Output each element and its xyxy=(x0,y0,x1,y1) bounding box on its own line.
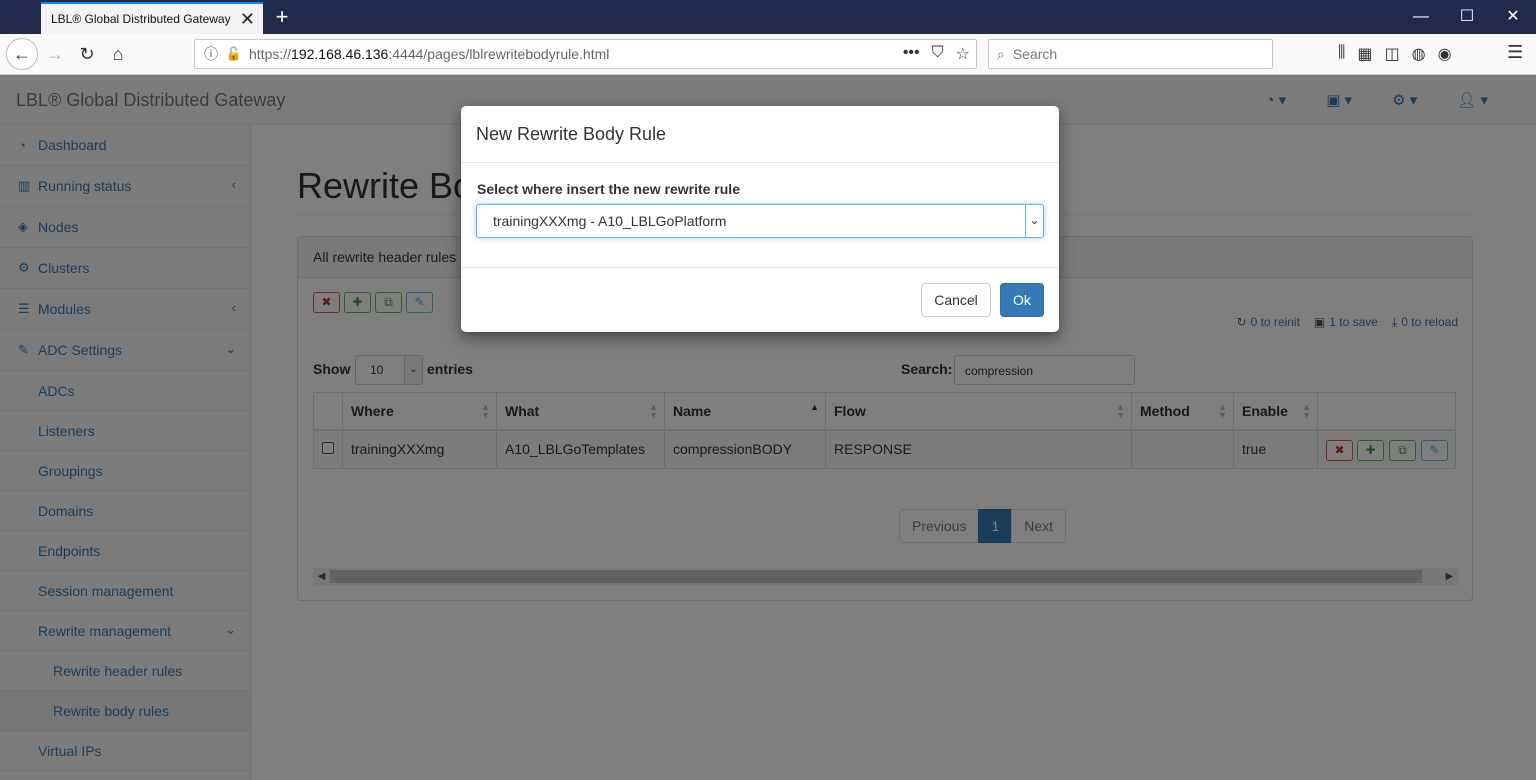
search-placeholder: Search xyxy=(1012,46,1058,62)
url-bar[interactable]: ⓘ 🔓 https://192.168.46.136:4444/pages/lb… xyxy=(194,39,977,69)
tab-title: LBL® Global Distributed Gateway xyxy=(51,12,231,26)
extension-icon[interactable]: ▦ xyxy=(1357,44,1372,64)
close-tab-icon[interactable]: ✕ xyxy=(240,9,255,29)
pocket-icon[interactable]: ⛉ xyxy=(932,44,944,64)
chevron-down-icon: ⌄ xyxy=(1025,205,1043,237)
modal-title: New Rewrite Body Rule xyxy=(461,106,1059,163)
more-actions-icon[interactable]: ••• xyxy=(903,44,920,64)
modal-body: Select where insert the new rewrite rule… xyxy=(461,163,1059,268)
browser-titlebar: LBL® Global Distributed Gateway ✕ + — ☐ … xyxy=(0,0,1536,34)
insert-position-label: Select where insert the new rewrite rule xyxy=(477,181,740,197)
cookie-icon[interactable]: ◉ xyxy=(1438,44,1452,64)
bookmark-star-icon[interactable]: ☆ xyxy=(956,44,970,64)
insert-position-select[interactable]: trainingXXXmg - A10_LBLGoPlatform ⌄ xyxy=(476,204,1044,238)
maximize-icon[interactable]: ☐ xyxy=(1444,0,1490,34)
hamburger-menu-icon[interactable]: ☰ xyxy=(1507,42,1523,63)
search-icon: ⌕ xyxy=(997,45,1005,62)
browser-search-input[interactable]: ⌕ Search xyxy=(988,39,1273,69)
info-icon[interactable]: ⓘ xyxy=(199,44,223,64)
library-icon[interactable]: ⫼ xyxy=(1338,44,1345,64)
back-icon[interactable]: ← xyxy=(6,38,38,70)
insecure-lock-icon[interactable]: 🔓 xyxy=(223,46,245,62)
reload-icon[interactable]: ↻ xyxy=(72,39,102,69)
forward-icon[interactable]: → xyxy=(40,39,70,69)
minimize-icon[interactable]: — xyxy=(1398,0,1444,34)
browser-tab[interactable]: LBL® Global Distributed Gateway ✕ xyxy=(41,2,263,34)
cancel-button[interactable]: Cancel xyxy=(921,283,991,317)
sidebar-icon[interactable]: ◫ xyxy=(1385,44,1400,64)
url-text: https://192.168.46.136:4444/pages/lblrew… xyxy=(249,46,610,62)
browser-navbar: ← → ↻ ⌂ ⓘ 🔓 https://192.168.46.136:4444/… xyxy=(0,34,1536,75)
new-rewrite-body-rule-dialog: New Rewrite Body Rule Select where inser… xyxy=(461,106,1059,332)
new-tab-icon[interactable]: + xyxy=(270,4,294,30)
close-window-icon[interactable]: ✕ xyxy=(1490,0,1536,34)
ok-button[interactable]: Ok xyxy=(1000,283,1044,317)
home-icon[interactable]: ⌂ xyxy=(103,39,133,69)
chat-icon[interactable]: ◍ xyxy=(1412,44,1426,64)
